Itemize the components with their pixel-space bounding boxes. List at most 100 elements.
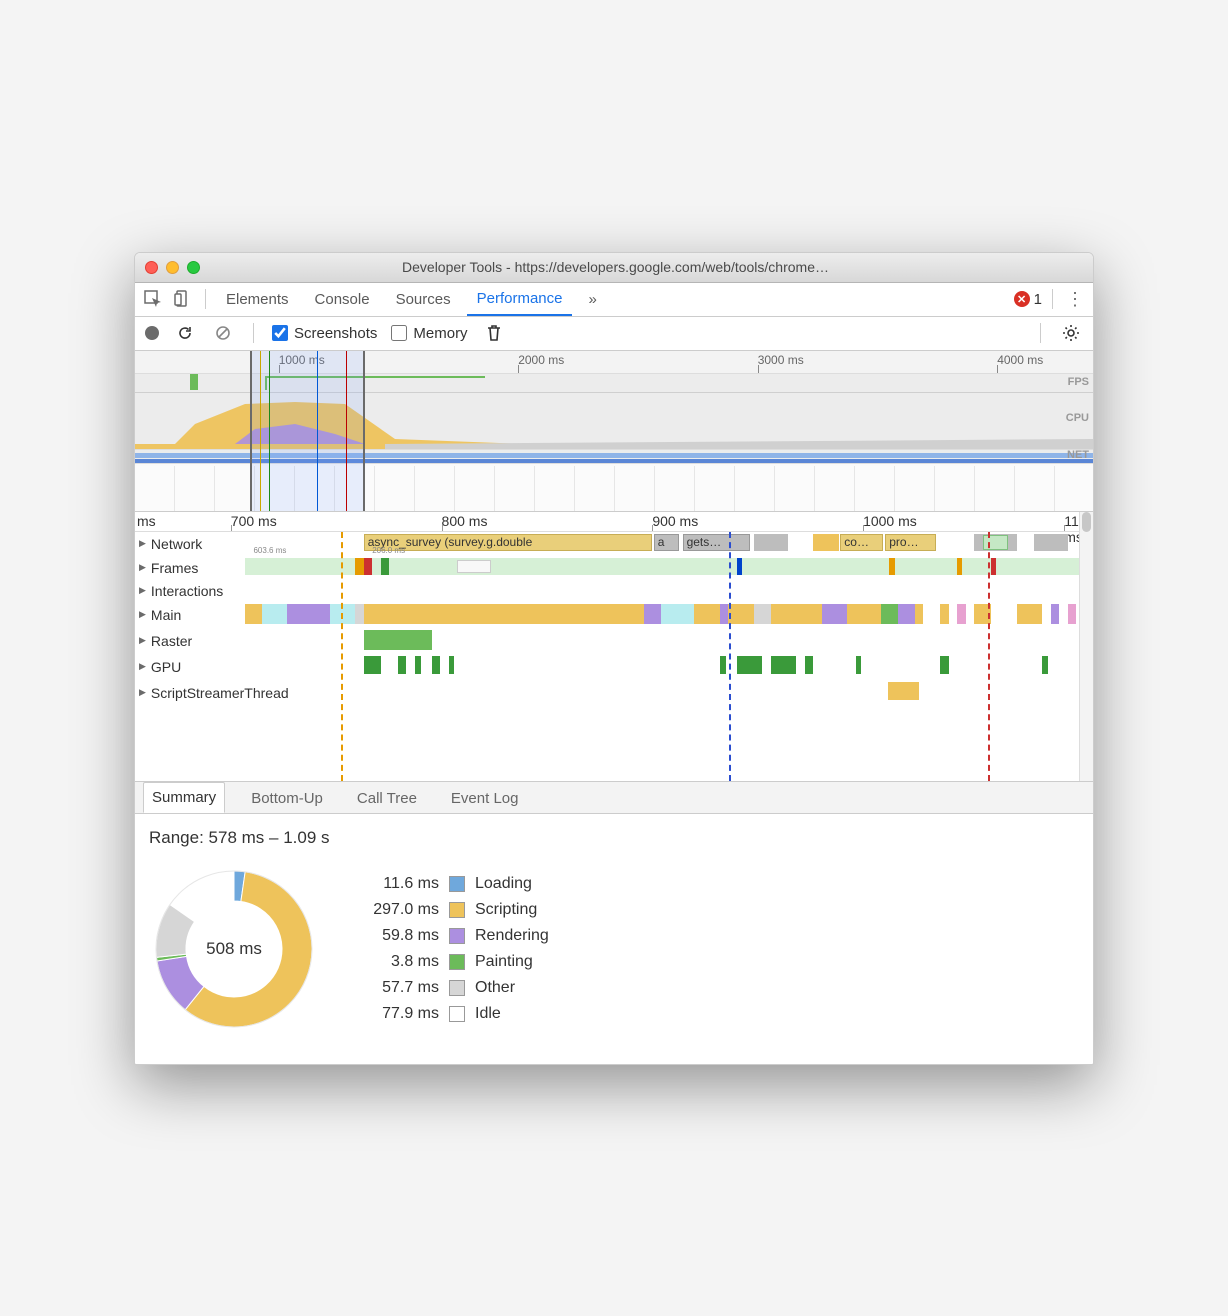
main-flame-bar[interactable]: [364, 604, 644, 624]
row-label-network[interactable]: Network: [135, 536, 245, 552]
gpu-bar[interactable]: [737, 656, 754, 674]
main-flame-bar[interactable]: [661, 604, 695, 624]
filmstrip-thumb[interactable]: [175, 466, 215, 511]
main-flame-bar[interactable]: [822, 604, 847, 624]
gpu-bar[interactable]: [364, 656, 381, 674]
row-label-interactions[interactable]: Interactions: [135, 583, 245, 599]
filmstrip-thumb[interactable]: [415, 466, 455, 511]
screenshots-checkbox-input[interactable]: [272, 325, 288, 341]
settings-gear-icon[interactable]: [1059, 321, 1083, 345]
row-frames[interactable]: Frames 603.6 ms 206.0 ms: [135, 556, 1093, 580]
screenshots-checkbox[interactable]: Screenshots: [272, 325, 377, 342]
filmstrip-thumb[interactable]: [455, 466, 495, 511]
row-label-frames[interactable]: Frames: [135, 560, 245, 576]
main-flame-bar[interactable]: [915, 604, 923, 624]
close-icon[interactable]: [145, 261, 158, 274]
script-bar[interactable]: [888, 682, 918, 700]
main-flame-bar[interactable]: [847, 604, 881, 624]
gpu-bar[interactable]: [805, 656, 813, 674]
kebab-menu-icon[interactable]: ⋮: [1063, 287, 1087, 311]
network-bar-pro[interactable]: pro…: [885, 534, 936, 551]
frame-bar[interactable]: [957, 558, 962, 575]
gpu-bar[interactable]: [940, 656, 948, 674]
gpu-bar[interactable]: [754, 656, 762, 674]
network-bar[interactable]: [983, 535, 1008, 550]
trash-icon[interactable]: [482, 321, 506, 345]
filmstrip-thumb[interactable]: [1055, 466, 1094, 511]
minimize-icon[interactable]: [166, 261, 179, 274]
error-badge[interactable]: ✕ 1: [1014, 291, 1042, 308]
tab-call-tree[interactable]: Call Tree: [349, 784, 425, 813]
main-flame-bar[interactable]: [940, 604, 948, 624]
maximize-icon[interactable]: [187, 261, 200, 274]
gpu-bar[interactable]: [432, 656, 440, 674]
main-flame-bar[interactable]: [957, 604, 965, 624]
main-flame-bar[interactable]: [720, 604, 728, 624]
tab-console[interactable]: Console: [305, 282, 380, 316]
row-interactions[interactable]: Interactions: [135, 580, 1093, 602]
tab-summary[interactable]: Summary: [143, 782, 225, 813]
row-label-raster[interactable]: Raster: [135, 633, 245, 649]
filmstrip-thumb[interactable]: [655, 466, 695, 511]
filmstrip-thumb[interactable]: [855, 466, 895, 511]
gpu-bar[interactable]: [856, 656, 862, 674]
row-script-streamer[interactable]: ScriptStreamerThread: [135, 680, 1093, 706]
row-main[interactable]: Main: [135, 602, 1093, 628]
main-flame-bar[interactable]: [262, 604, 287, 624]
filmstrip-thumb[interactable]: [775, 466, 815, 511]
flame-scrollbar[interactable]: [1079, 512, 1093, 781]
main-flame-bar[interactable]: [355, 604, 363, 624]
gpu-bar[interactable]: [415, 656, 421, 674]
network-bar-co[interactable]: co…: [840, 534, 882, 551]
filmstrip-thumb[interactable]: [495, 466, 535, 511]
main-flame-bar[interactable]: [728, 604, 753, 624]
network-bar[interactable]: [1034, 534, 1068, 551]
frame-thumb[interactable]: [457, 560, 491, 573]
gpu-bar[interactable]: [398, 656, 406, 674]
tab-elements[interactable]: Elements: [216, 282, 299, 316]
raster-bar[interactable]: [364, 630, 432, 650]
tab-more[interactable]: »: [578, 282, 606, 316]
row-gpu[interactable]: GPU: [135, 654, 1093, 680]
main-flame-bar[interactable]: [694, 604, 719, 624]
frame-bar[interactable]: [737, 558, 742, 575]
filmstrip-thumb[interactable]: [375, 466, 415, 511]
filmstrip-thumb[interactable]: [935, 466, 975, 511]
tab-bottom-up[interactable]: Bottom-Up: [243, 784, 331, 813]
filmstrip-thumb[interactable]: [575, 466, 615, 511]
filmstrip-thumb[interactable]: [615, 466, 655, 511]
frame-bar[interactable]: [364, 558, 372, 575]
main-flame-bar[interactable]: [1051, 604, 1059, 624]
tab-event-log[interactable]: Event Log: [443, 784, 527, 813]
main-flame-bar[interactable]: [245, 604, 262, 624]
inspect-icon[interactable]: [141, 287, 165, 311]
network-bar-gets[interactable]: gets…: [683, 534, 751, 551]
filmstrip-thumb[interactable]: [895, 466, 935, 511]
row-raster[interactable]: Raster: [135, 628, 1093, 654]
frame-bar[interactable]: [381, 558, 389, 575]
filmstrip-thumb[interactable]: [735, 466, 775, 511]
memory-checkbox[interactable]: Memory: [391, 325, 467, 342]
gpu-bar[interactable]: [771, 656, 796, 674]
tab-performance[interactable]: Performance: [467, 282, 573, 316]
row-label-main[interactable]: Main: [135, 607, 245, 623]
tab-sources[interactable]: Sources: [386, 282, 461, 316]
network-bar-async-survey[interactable]: async_survey (survey.g.double: [364, 534, 652, 551]
network-bar[interactable]: [813, 534, 838, 551]
gpu-bar[interactable]: [449, 656, 455, 674]
gpu-bar[interactable]: [1042, 656, 1048, 674]
filmstrip-thumb[interactable]: [815, 466, 855, 511]
flame-section[interactable]: ms 700 ms800 ms900 ms1000 ms1100 ms Netw…: [135, 512, 1093, 782]
filmstrip-thumb[interactable]: [695, 466, 735, 511]
row-label-script-streamer[interactable]: ScriptStreamerThread: [135, 685, 335, 701]
main-flame-bar[interactable]: [754, 604, 771, 624]
reload-icon[interactable]: [173, 321, 197, 345]
overview-panel[interactable]: 1000 ms2000 ms3000 ms4000 ms FPS CPU NET: [135, 351, 1093, 512]
frame-bar[interactable]: [991, 558, 996, 575]
main-flame-bar[interactable]: [287, 604, 329, 624]
filmstrip-thumb[interactable]: [1015, 466, 1055, 511]
overview-selection[interactable]: [250, 351, 365, 511]
filmstrip-thumb[interactable]: [135, 466, 175, 511]
record-icon[interactable]: [145, 326, 159, 340]
main-flame-bar[interactable]: [1068, 604, 1076, 624]
